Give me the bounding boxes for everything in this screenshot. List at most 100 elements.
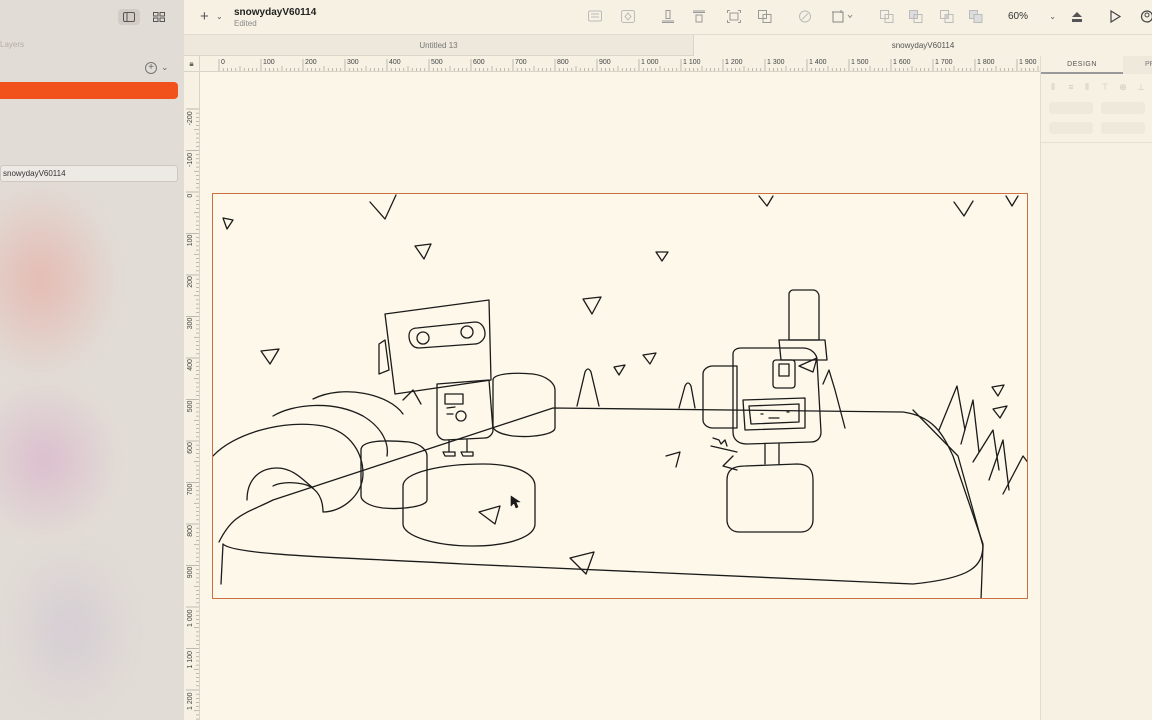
chevron-down-icon[interactable]: ⌄ (161, 62, 169, 73)
ruler-label: 1 300 (767, 59, 785, 66)
grid-view-icon[interactable] (148, 9, 170, 25)
ruler-label: 1 000 (187, 609, 194, 627)
group-icon[interactable] (758, 10, 772, 23)
tab-prototype[interactable]: PR (1123, 56, 1152, 74)
ruler-label: 800 (557, 59, 569, 66)
ruler-label: 0 (221, 59, 225, 66)
align-left-icon[interactable]: ⫴ (1047, 82, 1059, 92)
ruler-label: 700 (515, 59, 527, 66)
vertical-ruler[interactable]: -200 -100 0 100 200 300 400 500 600 700 800 900 1 00… (184, 72, 200, 720)
y-field[interactable] (1101, 102, 1145, 114)
sidebar-toggle-icon[interactable] (118, 9, 140, 25)
cylinder-shape (360, 440, 428, 510)
ruler-label: -100 (187, 153, 194, 167)
document-title: snowydayV60114 (234, 7, 317, 18)
ruler-label: 300 (347, 59, 359, 66)
component-icon[interactable] (621, 10, 635, 23)
ruler-label: 1 600 (893, 59, 911, 66)
share-icon[interactable] (1140, 10, 1152, 23)
ruler-label: 1 200 (725, 59, 743, 66)
artboard[interactable] (212, 193, 1028, 599)
layers-sidebar: Layers + ⌄ snowydayV60114 (0, 0, 184, 720)
zoom-level: 60% (1008, 11, 1029, 22)
ruler-label: 1 100 (683, 59, 701, 66)
add-page-icon[interactable]: + (145, 62, 157, 74)
ruler-label: 0 (187, 194, 194, 198)
spike-shapes (576, 368, 1027, 495)
inspector-panel: DESIGN PR ⫴ ≡ ⫴ ⊤ ⊕ ⊥ (1040, 56, 1152, 720)
align-middle-icon[interactable]: ⊕ (1117, 82, 1129, 92)
divider (1041, 142, 1152, 143)
edit-icon[interactable] (798, 10, 812, 23)
create-symbol-icon[interactable] (588, 10, 602, 23)
ruler-label: 700 (187, 484, 194, 496)
ruler-label: 500 (431, 59, 443, 66)
ruler-label: 1 000 (641, 59, 659, 66)
lock-icon[interactable]: 🔒︎ (184, 56, 200, 72)
height-field[interactable] (1101, 122, 1145, 134)
export-icon[interactable] (1070, 10, 1084, 23)
ruler-label: 200 (187, 276, 194, 288)
union-icon[interactable] (880, 10, 894, 23)
play-icon[interactable] (1108, 9, 1122, 24)
align-top-icon[interactable]: ⊤ (1099, 82, 1111, 92)
ruler-label: 200 (305, 59, 317, 66)
document-tabs: Untitled 13 snowydayV60114 (184, 34, 1152, 56)
ruler-label: 300 (187, 318, 194, 330)
ring-shape (213, 423, 364, 513)
ruler-label: 100 (263, 59, 275, 66)
cursor-icon (510, 495, 521, 509)
ruler-label: 100 (187, 235, 194, 247)
insert-button[interactable]: + (200, 9, 209, 24)
ruler-label: 900 (187, 567, 194, 579)
ruler-label: 800 (187, 525, 194, 537)
intersect-icon[interactable] (940, 10, 954, 23)
robot-scene-illustration (213, 194, 1027, 598)
design-canvas[interactable] (200, 72, 1040, 720)
floating-triangles (222, 194, 1019, 575)
cylinder-shape (492, 372, 556, 438)
document-status: Edited (234, 19, 257, 28)
subtract-icon[interactable] (909, 10, 923, 23)
blurred-region (0, 380, 120, 540)
robot-left (378, 299, 494, 457)
selected-page-item[interactable] (0, 82, 178, 99)
chevron-down-icon: ⌄ (1049, 12, 1056, 21)
ruler-label: 1 800 (977, 59, 995, 66)
pages-header: + ⌄ (0, 60, 184, 78)
align-right-icon[interactable]: ⫴ (1081, 82, 1093, 92)
blurred-region (0, 540, 140, 720)
ruler-label: -200 (187, 111, 194, 125)
width-field[interactable] (1049, 122, 1093, 134)
tab-design[interactable]: DESIGN (1041, 56, 1123, 74)
resize-icon[interactable] (727, 10, 741, 23)
ruler-label: 1 400 (809, 59, 827, 66)
ruler-label: 1 700 (935, 59, 953, 66)
ruler-label: 400 (389, 59, 401, 66)
ruler-label: 1 100 (187, 651, 194, 669)
ruler-label: 1 500 (851, 59, 869, 66)
align-bottom-icon[interactable] (661, 10, 675, 23)
ruler-label: 400 (187, 359, 194, 371)
zoom-select[interactable]: 60% ⌄ (1002, 8, 1060, 26)
align-center-icon[interactable]: ≡ (1065, 82, 1077, 92)
main-toolbar: + ⌄ snowydayV60114 Edited 60% ⌄ (184, 0, 1152, 34)
ruler-label: 500 (187, 401, 194, 413)
ground-platform (218, 407, 984, 585)
ruler-label: 600 (187, 442, 194, 454)
difference-icon[interactable] (969, 10, 983, 23)
sidebar-toolbar (0, 0, 184, 34)
align-bottom-icon[interactable]: ⊥ (1135, 82, 1147, 92)
distribute-icon[interactable] (692, 10, 706, 23)
ruler-label: 1 900 (1019, 59, 1037, 66)
horizontal-ruler[interactable]: 0 100 200 300 400 500 600 700 800 900 1 000 1 100 1 … (184, 56, 1040, 72)
tab-untitled[interactable]: Untitled 13 (184, 35, 694, 56)
inspector-tabs: DESIGN PR (1041, 56, 1152, 74)
layers-label: Layers (0, 40, 25, 49)
layer-item-artboard[interactable]: snowydayV60114 (0, 165, 178, 182)
chevron-down-icon[interactable]: ⌄ (216, 12, 223, 21)
tab-current-document[interactable]: snowydayV60114 (694, 35, 1152, 56)
mask-icon[interactable] (832, 10, 854, 23)
ruler-label: 1 200 (187, 692, 194, 710)
x-field[interactable] (1049, 102, 1093, 114)
